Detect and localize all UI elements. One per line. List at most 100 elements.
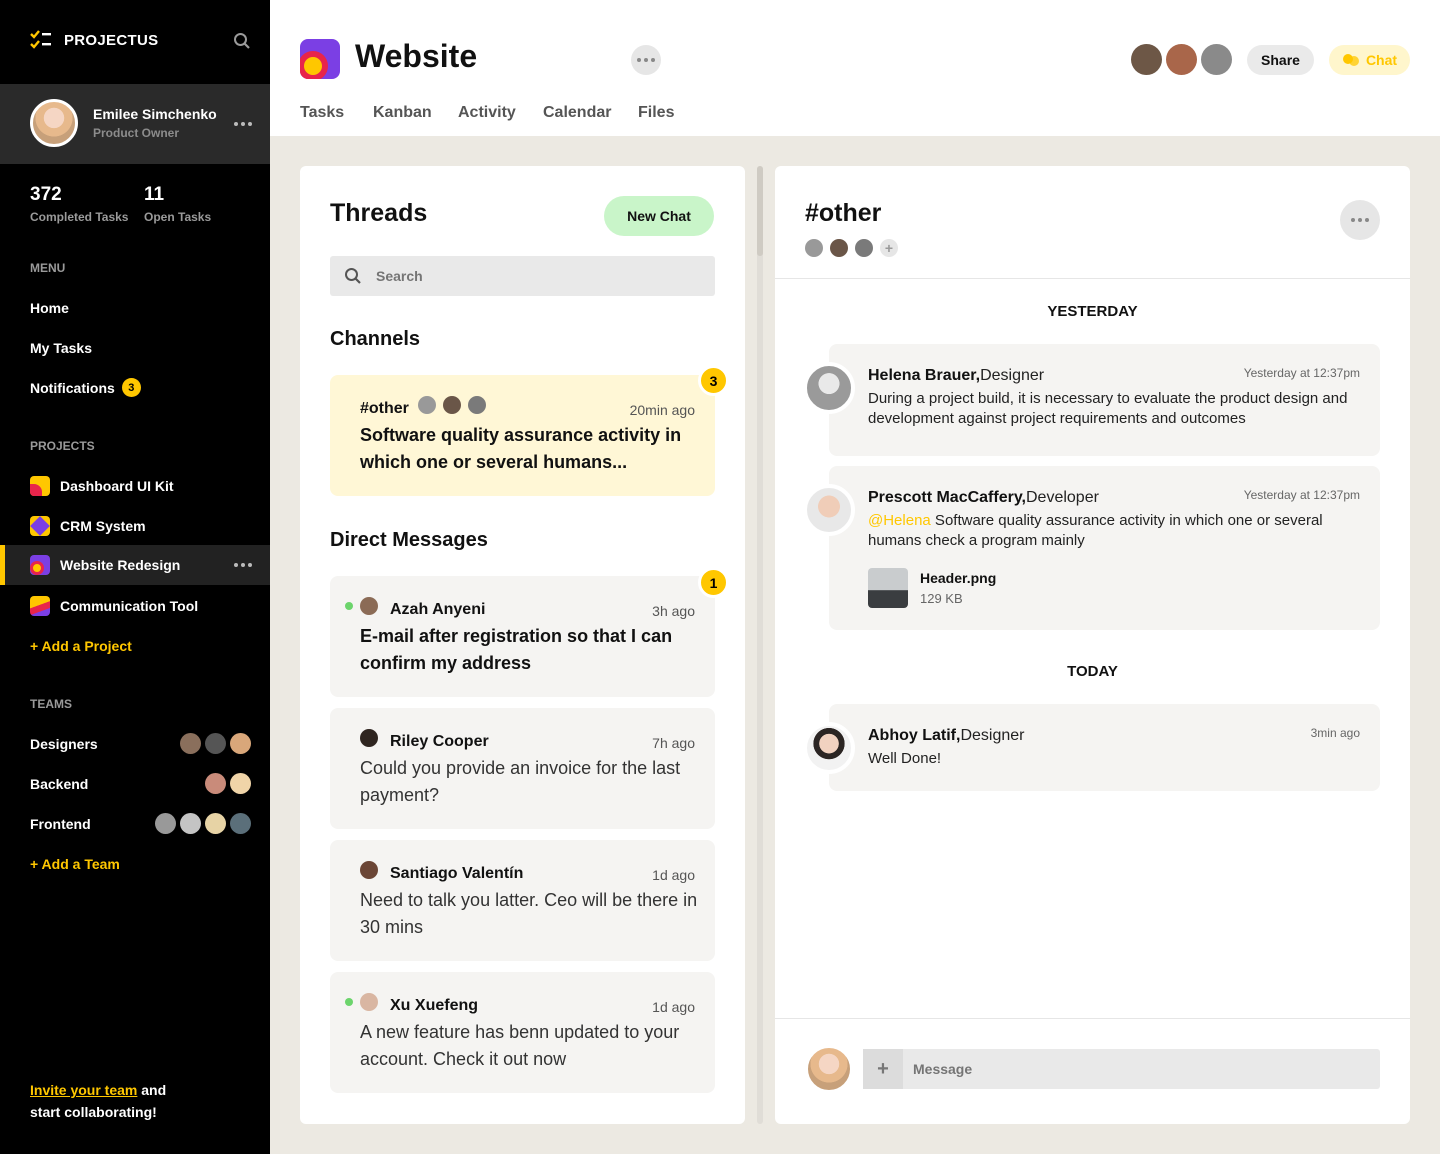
app-name: PROJECTUS [64,31,159,49]
invite-link[interactable]: Invite your team [30,1082,137,1098]
invite-text-and: and [137,1082,167,1098]
author-role: Developer [1025,489,1099,506]
tab-tasks[interactable]: Tasks [300,104,344,122]
team-backend[interactable]: Backend [30,776,88,792]
tab-calendar[interactable]: Calendar [543,104,611,122]
avatar[interactable] [803,362,855,414]
chat-options-button[interactable] [1340,200,1380,240]
nav-notifications[interactable]: Notifications 3 [30,378,141,397]
file-name: Header.png [920,570,997,586]
dm-preview: A new feature has benn updated to your a… [360,1022,680,1069]
dm-time: 1d ago [652,867,695,883]
search-box [330,256,715,296]
team-designers[interactable]: Designers [30,736,98,752]
teams-title: TEAMS [30,697,72,711]
project-icon [30,555,50,575]
message-body: Well Done! [868,750,942,767]
app-logo[interactable]: PROJECTUS [30,30,158,50]
user-role: Product Owner [93,126,180,140]
avatar [468,396,486,414]
user-name: Emilee Simchenko [93,106,217,122]
dm-unread-badge: 1 [698,567,729,598]
avatar [230,813,251,834]
avatar [443,396,461,414]
message-author: Helena Brauer,Designer [868,367,1044,385]
dm-preview: Could you provide an invoice for the las… [360,758,681,805]
message-input[interactable] [913,1061,1353,1077]
avatar [155,813,176,834]
search-icon [345,268,361,284]
chat-icon [1342,54,1359,66]
file-size: 129 KB [920,591,963,606]
attach-button[interactable]: + [863,1049,903,1089]
dm-time: 3h ago [652,603,695,619]
member-avatars [1131,44,1232,75]
author-role: Designer [960,727,1025,744]
dm-preview: E-mail after registration so that I can … [360,626,673,673]
user-menu-icon[interactable] [234,122,252,126]
search-icon[interactable] [233,32,251,50]
avatar [805,239,823,257]
divider [775,278,1410,279]
avatar[interactable] [803,722,855,774]
panel-scrollbar[interactable] [757,166,763,1124]
dm-name: Xu Xuefeng [390,997,479,1014]
nav-home[interactable]: Home [30,300,69,316]
add-project-link[interactable]: + Add a Project [30,638,132,654]
message-time: Yesterday at 12:37pm [1243,488,1360,502]
composer-avatar [805,1045,853,1093]
project-label: Dashboard UI Kit [60,478,174,494]
project-icon [30,596,50,616]
chat-channel-title: #other [805,199,882,227]
user-avatar[interactable] [30,99,78,147]
add-member-icon[interactable]: + [880,239,898,257]
notifications-badge: 3 [121,378,141,397]
open-tasks-label: Open Tasks [144,210,212,224]
chat-button[interactable]: Chat [1329,45,1410,75]
project-label: CRM System [60,518,146,534]
file-thumbnail [868,568,908,608]
online-indicator [345,998,353,1006]
channel-members [418,396,486,414]
menu-title: MENU [30,261,66,275]
tab-kanban[interactable]: Kanban [373,104,432,122]
share-button[interactable]: Share [1247,45,1314,75]
avatar[interactable] [1131,44,1162,75]
logo-icon [30,30,51,49]
author-name: Helena Brauer, [868,367,981,384]
tab-activity[interactable]: Activity [458,104,516,122]
project-more-icon[interactable] [234,563,252,567]
completed-tasks-label: Completed Tasks [30,210,129,224]
project-label: Communication Tool [60,598,199,614]
page-title: Website [355,38,478,74]
avatar[interactable] [1201,44,1232,75]
avatar[interactable] [803,484,855,536]
channel-unread-badge: 3 [698,365,729,396]
team-frontend[interactable]: Frontend [30,816,91,832]
project-options-button[interactable] [631,45,661,75]
team-frontend-avatars [155,813,251,834]
open-tasks-count: 11 [144,184,165,205]
chat-message [829,704,1380,791]
new-chat-button[interactable]: New Chat [604,196,714,236]
avatar [418,396,436,414]
avatar [830,239,848,257]
channel-time: 20min ago [629,402,695,418]
search-input[interactable] [376,268,676,284]
message-body: @Helena Software quality assurance activ… [868,511,1363,551]
project-dashboard-ui-kit[interactable]: Dashboard UI Kit [0,466,270,506]
project-crm-system[interactable]: CRM System [0,506,270,546]
nav-my-tasks[interactable]: My Tasks [30,340,92,356]
avatar [360,597,378,615]
file-attachment[interactable]: Header.png 129 KB [868,568,996,608]
avatar[interactable] [1166,44,1197,75]
dm-time: 1d ago [652,999,695,1015]
mention[interactable]: @Helena [868,512,931,529]
avatar [230,773,251,794]
project-communication-tool[interactable]: Communication Tool [0,586,270,626]
nav-notifications-label: Notifications [30,379,115,396]
add-team-link[interactable]: + Add a Team [30,856,120,872]
tab-files[interactable]: Files [638,104,674,122]
project-website-redesign[interactable]: Website Redesign [0,545,270,585]
project-icon [30,516,50,536]
